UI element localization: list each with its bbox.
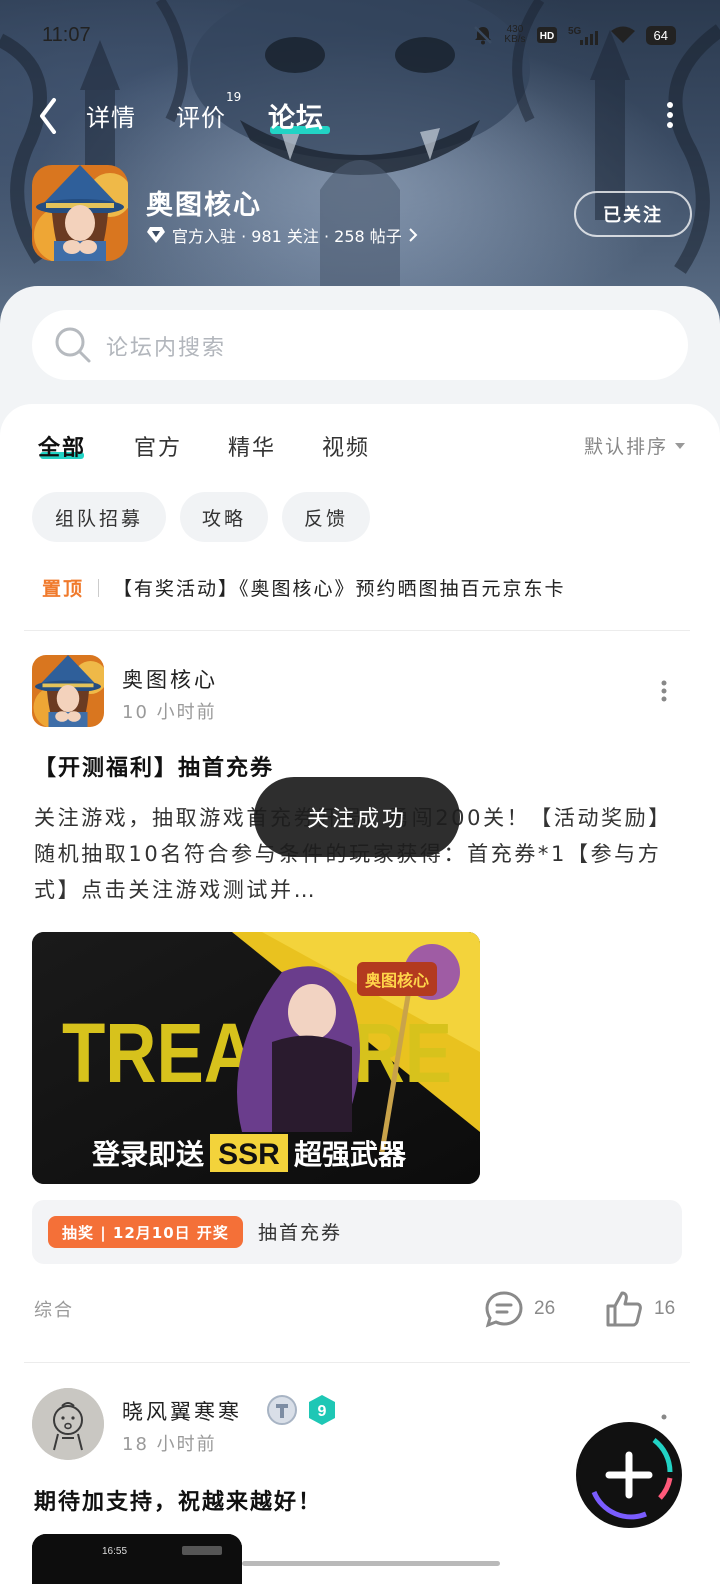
status-time: 11:07 <box>42 24 91 46</box>
wifi-icon <box>610 26 635 43</box>
pinned-title: 【有奖活动】《奥图核心》预约晒图抽百元京东卡 <box>113 578 566 600</box>
game-info-header: 奥图核心 官方入驻 · 981 关注 · 258 帖子 已关注 <box>32 165 692 265</box>
sort-label: 默认排序 <box>583 436 668 458</box>
thumbs-up-icon <box>606 1291 642 1327</box>
forum-search-input[interactable]: 论坛内搜索 <box>32 310 688 380</box>
lottery-text: 抽首充券 <box>258 1222 343 1244</box>
network-speed: 430 KB/s <box>504 25 525 45</box>
lottery-card[interactable]: 抽奖 | 12月10日 开奖 抽首充券 <box>32 1200 682 1264</box>
post-title[interactable]: 【开测福利】抽首充券 <box>34 750 274 782</box>
home-indicator[interactable] <box>242 1561 500 1566</box>
pinned-post[interactable]: 置顶 【有奖活动】《奥图核心》预约晒图抽百元京东卡 <box>42 574 566 601</box>
followed-button[interactable]: 已关注 <box>574 191 692 237</box>
tab-details[interactable]: 详情 <box>86 98 136 133</box>
witch-character-icon <box>32 655 104 727</box>
phone-screenshot-preview: 16:55 <box>32 1534 242 1584</box>
back-arrow-icon[interactable] <box>34 94 64 134</box>
svg-text:HD: HD <box>539 31 553 42</box>
user-level: 9 <box>318 1403 327 1420</box>
like-count: 16 <box>654 1298 676 1319</box>
banner-text-before: 登录即送 <box>91 1138 204 1171</box>
chip-guide[interactable]: 攻略 <box>180 492 268 542</box>
tab-forum[interactable]: 论坛 <box>268 96 324 135</box>
review-count-badge: 19 <box>226 90 242 104</box>
post-category[interactable]: 综合 <box>34 1296 74 1322</box>
pinned-tag: 置顶 <box>42 578 85 600</box>
caret-down-icon <box>675 442 685 449</box>
author-avatar[interactable] <box>32 1388 104 1460</box>
more-options-icon[interactable] <box>664 100 676 130</box>
thumbnail-time: 16:55 <box>102 1546 127 1557</box>
create-post-button[interactable] <box>576 1422 682 1528</box>
banner-logo-text: 奥图核心 <box>365 971 429 990</box>
comment-icon <box>485 1291 523 1328</box>
network-speed-unit: KB/s <box>504 34 526 45</box>
game-icon[interactable] <box>32 165 128 261</box>
search-placeholder: 论坛内搜索 <box>106 336 227 361</box>
post-footer: 综合 26 16 <box>34 1290 684 1330</box>
divider <box>24 1362 690 1363</box>
svg-text:5G: 5G <box>568 26 582 37</box>
user-badges: 9 <box>266 1394 338 1426</box>
filter-tab-official[interactable]: 官方 <box>134 430 182 462</box>
author-name[interactable]: 奥图核心 <box>122 664 218 694</box>
game-meta-text: 官方入驻 · 981 关注 · 258 帖子 <box>172 227 402 246</box>
post-banner-image[interactable]: TREASURE 奥图核心 登录即送 SSR 超强武器 <box>32 932 480 1184</box>
game-meta[interactable]: 官方入驻 · 981 关注 · 258 帖子 <box>146 223 418 247</box>
witch-character-icon <box>32 165 128 261</box>
top-navigation: 详情 评价 19 论坛 <box>0 90 720 140</box>
plus-icon <box>579 1425 679 1525</box>
filter-tab-video[interactable]: 视频 <box>322 430 370 462</box>
cartoon-face-icon <box>32 1388 104 1460</box>
author-avatar[interactable] <box>32 655 104 727</box>
post-title[interactable]: 期待加支持，祝越来越好！ <box>34 1484 322 1516</box>
level-medal-icon <box>267 1395 297 1425</box>
divider <box>24 630 690 631</box>
status-bar: 11:07 430 KB/s HD 5G 64 <box>0 22 720 54</box>
level-9-badge-icon: 9 <box>309 1395 335 1425</box>
hd-icon: HD <box>536 27 557 43</box>
chevron-right-icon <box>409 228 418 242</box>
filter-tab-all[interactable]: 全部 <box>38 430 86 462</box>
search-icon <box>55 327 91 363</box>
comment-button[interactable]: 26 <box>484 1290 555 1328</box>
post-more-icon[interactable] <box>660 1412 668 1422</box>
author-name[interactable]: 晓风翼寒寒 <box>122 1396 242 1426</box>
banner-ssr-text: SSR <box>218 1138 280 1171</box>
diamond-icon <box>147 227 165 243</box>
tab-reviews[interactable]: 评价 <box>176 98 226 133</box>
comment-count: 26 <box>534 1298 556 1319</box>
lottery-badge: 抽奖 | 12月10日 开奖 <box>48 1216 243 1248</box>
chip-team-recruit[interactable]: 组队招募 <box>32 492 166 542</box>
post-screenshot-thumbnail[interactable]: 16:55 <box>32 1534 242 1584</box>
pinned-separator <box>98 578 100 597</box>
mute-bell-icon <box>474 26 493 45</box>
banner-text-after: 超强武器 <box>294 1138 407 1171</box>
filter-tab-featured[interactable]: 精华 <box>228 430 276 462</box>
like-button[interactable]: 16 <box>604 1290 675 1328</box>
treasure-banner-illustration: TREASURE 奥图核心 登录即送 SSR 超强武器 <box>32 932 480 1184</box>
game-name: 奥图核心 <box>146 190 262 221</box>
sort-dropdown[interactable]: 默认排序 <box>584 432 686 459</box>
battery-indicator: 64 <box>645 25 676 45</box>
chip-feedback[interactable]: 反馈 <box>282 492 370 542</box>
post-time: 10 小时前 <box>122 702 217 723</box>
post-time: 18 小时前 <box>122 1434 217 1455</box>
post-more-icon[interactable] <box>660 679 668 703</box>
follow-success-toast: 关注成功 <box>254 777 460 857</box>
signal-5g-icon: 5G <box>568 26 598 45</box>
